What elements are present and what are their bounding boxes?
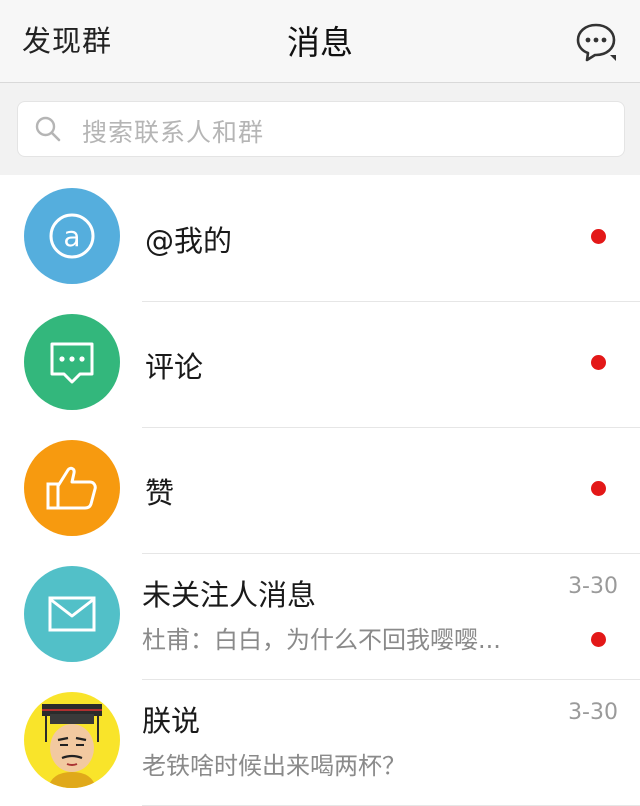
row-preview: 杜甫：白白，为什么不回我嘤嘤...	[142, 626, 501, 654]
unread-dot	[591, 355, 606, 370]
comment-bubble-icon	[24, 314, 120, 410]
thumbs-up-icon	[24, 440, 120, 536]
list-item-likes[interactable]: 赞	[0, 428, 640, 554]
row-preview: 老铁啥时候出来喝两杯？	[142, 752, 406, 780]
row-title: 朕说	[142, 704, 201, 738]
row-title: @我的	[145, 224, 233, 258]
search-icon	[34, 115, 62, 143]
at-icon: a	[24, 188, 120, 284]
list-item-emperor[interactable]: 朕说 3-30 老铁啥时候出来喝两杯？	[0, 680, 640, 806]
search-placeholder: 搜索联系人和群	[82, 118, 265, 147]
row-time: 3-30	[568, 574, 618, 599]
row-title: 未关注人消息	[142, 578, 317, 612]
svg-text:a: a	[63, 220, 80, 253]
row-title: 评论	[145, 350, 204, 384]
unread-dot	[591, 632, 606, 647]
unread-dot	[591, 229, 606, 244]
page-title: 消息	[287, 23, 353, 62]
list-item-stranger-messages[interactable]: 未关注人消息 3-30 杜甫：白白，为什么不回我嘤嘤...	[0, 554, 640, 680]
search-input[interactable]: 搜索联系人和群	[17, 101, 625, 157]
top-nav-bar: 发现群 消息	[0, 0, 640, 83]
search-area: 搜索联系人和群	[0, 83, 640, 175]
row-title: 赞	[145, 476, 175, 510]
chat-bubble-icon[interactable]	[574, 20, 618, 64]
emperor-avatar	[24, 692, 120, 788]
row-time: 3-30	[568, 700, 618, 725]
message-list: a @我的 评论 赞 未关注人消息 3-30 杜甫：白白，为什么不回我嘤嘤...…	[0, 176, 640, 806]
list-item-at-mine[interactable]: a @我的	[0, 176, 640, 302]
envelope-icon	[24, 566, 120, 662]
unread-dot	[591, 481, 606, 496]
list-item-comments[interactable]: 评论	[0, 302, 640, 428]
